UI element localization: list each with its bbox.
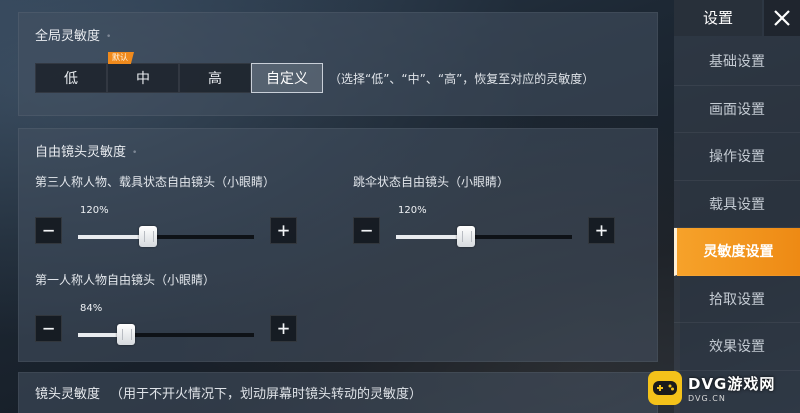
- slider-label: 第一人称人物自由镜头（小眼睛）: [35, 273, 216, 287]
- settings-sidebar: 设置 基础设置 画面设置 操作设置 载具设置 灵敏度设置 拾取设置 效果设置: [674, 0, 800, 413]
- sidebar-item-graphics[interactable]: 画面设置: [674, 86, 800, 133]
- slider-fill: [78, 235, 149, 239]
- info-dot-icon: •: [106, 31, 112, 42]
- slider-fill: [396, 235, 467, 239]
- sidebar-title: 设置: [674, 0, 762, 36]
- preset-row: 低 默认 中 高 自定义 （选择“低”、“中”、“高”，恢复至对应的灵敏度）: [35, 52, 595, 93]
- slider-third-person: 第三人称人物、载具状态自由镜头（小眼睛） − 120% +: [35, 173, 297, 247]
- sidebar-item-vehicle[interactable]: 载具设置: [674, 181, 800, 228]
- sidebar-item-effects[interactable]: 效果设置: [674, 323, 800, 371]
- camera-sensitivity-subtitle: （用于不开火情况下，划动屏幕时镜头转动的灵敏度）: [110, 387, 423, 402]
- slider-track-wrap[interactable]: 120%: [396, 205, 572, 247]
- sidebar-item-sensitivity[interactable]: 灵敏度设置: [674, 228, 800, 276]
- slider-label: 第三人称人物、载具状态自由镜头（小眼睛）: [35, 175, 276, 189]
- minus-button[interactable]: −: [35, 315, 62, 342]
- camera-sensitivity-panel: 镜头灵敏度 （用于不开火情况下，划动屏幕时镜头转动的灵敏度）: [18, 372, 658, 413]
- slider-track[interactable]: [78, 333, 254, 337]
- free-camera-panel: 自由镜头灵敏度 • 第三人称人物、载具状态自由镜头（小眼睛） − 120% + 跳…: [18, 128, 658, 362]
- sidebar-item-pickup[interactable]: 拾取设置: [674, 276, 800, 323]
- global-sensitivity-panel: 全局灵敏度 • 低 默认 中 高 自定义 （选择“低”、“中”、“高”，恢复至对应…: [18, 12, 658, 116]
- info-dot-icon: •: [132, 147, 138, 158]
- free-camera-title: 自由镜头灵敏度 •: [35, 145, 138, 160]
- sidebar-header: 设置: [674, 0, 800, 36]
- global-sensitivity-title: 全局灵敏度 •: [35, 29, 112, 44]
- sidebar-item-basic[interactable]: 基础设置: [674, 38, 800, 86]
- watermark-main: DVG游戏网: [688, 375, 776, 393]
- slider-control: − 84% +: [35, 303, 297, 345]
- slider-thumb[interactable]: [457, 226, 476, 247]
- minus-button[interactable]: −: [353, 217, 380, 244]
- slider-value: 120%: [398, 205, 427, 216]
- plus-button[interactable]: +: [588, 217, 615, 244]
- slider-first-person: 第一人称人物自由镜头（小眼睛） − 84% +: [35, 271, 297, 345]
- slider-value: 120%: [80, 205, 109, 216]
- gamepad-logo-icon: [648, 371, 682, 405]
- preset-custom-button[interactable]: 自定义: [251, 63, 323, 93]
- preset-low-button[interactable]: 低: [35, 63, 107, 93]
- watermark: DVG游戏网 DVG.CN: [648, 366, 794, 410]
- slider-value: 84%: [80, 303, 103, 314]
- camera-sensitivity-title: 镜头灵敏度: [35, 387, 101, 402]
- plus-button[interactable]: +: [270, 315, 297, 342]
- minus-button[interactable]: −: [35, 217, 62, 244]
- slider-track-wrap[interactable]: 120%: [78, 205, 254, 247]
- preset-medium-button[interactable]: 默认 中: [107, 52, 179, 93]
- slider-thumb[interactable]: [116, 324, 135, 345]
- plus-button[interactable]: +: [270, 217, 297, 244]
- watermark-sub: DVG.CN: [688, 394, 726, 403]
- slider-track-wrap[interactable]: 84%: [78, 303, 254, 345]
- camera-sensitivity-heading: 镜头灵敏度 （用于不开火情况下，划动屏幕时镜头转动的灵敏度）: [35, 383, 422, 402]
- slider-track[interactable]: [78, 235, 254, 239]
- slider-thumb[interactable]: [139, 226, 158, 247]
- slider-parachute: 跳伞状态自由镜头（小眼睛） − 120% +: [353, 173, 615, 247]
- slider-control: − 120% +: [353, 205, 615, 247]
- slider-label: 跳伞状态自由镜头（小眼睛）: [353, 175, 510, 189]
- slider-track[interactable]: [396, 235, 572, 239]
- watermark-text: DVG游戏网 DVG.CN: [688, 373, 775, 403]
- sidebar-menu: 基础设置 画面设置 操作设置 载具设置 灵敏度设置 拾取设置 效果设置: [674, 38, 800, 371]
- preset-high-button[interactable]: 高: [179, 63, 251, 93]
- close-button[interactable]: [764, 0, 800, 36]
- slider-control: − 120% +: [35, 205, 297, 247]
- sidebar-item-controls[interactable]: 操作设置: [674, 133, 800, 181]
- default-tag: 默认: [108, 52, 134, 64]
- preset-hint: （选择“低”、“中”、“高”，恢复至对应的灵敏度）: [329, 71, 595, 86]
- close-icon: [774, 10, 790, 26]
